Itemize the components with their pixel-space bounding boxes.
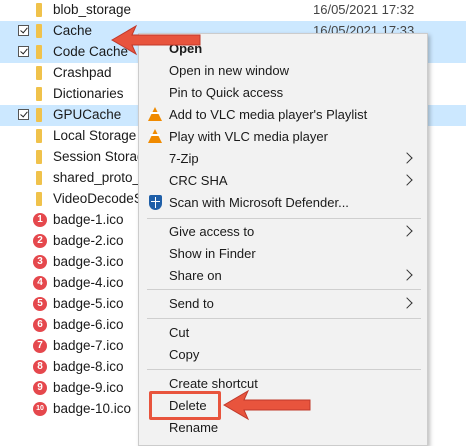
- file-name: badge-6.ico: [53, 317, 124, 332]
- menu-item-label: Copy: [169, 347, 200, 362]
- file-date: 16/05/2021 17:32: [313, 2, 415, 17]
- checkbox[interactable]: [18, 109, 29, 120]
- menu-item-vlc-play[interactable]: Play with VLC media player: [139, 126, 427, 148]
- badge-icon: 10: [33, 402, 47, 416]
- menu-item-pin-quick-access[interactable]: Pin to Quick access: [139, 82, 427, 104]
- menu-separator: [147, 218, 421, 219]
- menu-item-label: Send to: [169, 296, 214, 311]
- badge-icon: 8: [33, 360, 47, 374]
- badge-icon: 2: [33, 234, 47, 248]
- file-name: VideoDecodeSt: [53, 191, 138, 206]
- menu-item-label: Scan with Microsoft Defender...: [169, 195, 349, 210]
- file-name: badge-10.ico: [53, 401, 132, 416]
- chevron-right-icon: [401, 297, 413, 309]
- file-name: shared_proto_d: [53, 170, 138, 185]
- menu-item-scan-defender[interactable]: Scan with Microsoft Defender...: [139, 192, 427, 214]
- chevron-right-icon: [401, 269, 413, 281]
- menu-item-label: Add to VLC media player's Playlist: [169, 107, 368, 122]
- badge-icon: 4: [33, 276, 47, 290]
- badge-icon: 9: [33, 381, 47, 395]
- folder-icon: [36, 66, 42, 80]
- checkbox[interactable]: [18, 46, 29, 57]
- menu-item-open-new-window[interactable]: Open in new window: [139, 60, 427, 82]
- file-name: badge-4.ico: [53, 275, 124, 290]
- checkbox[interactable]: [18, 25, 29, 36]
- file-name: Dictionaries: [53, 86, 124, 101]
- menu-item-label: CRC SHA: [169, 173, 228, 188]
- file-name: badge-5.ico: [53, 296, 124, 311]
- file-name: Crashpad: [53, 65, 112, 80]
- menu-item-label: Play with VLC media player: [169, 129, 328, 144]
- file-name: GPUCache: [53, 107, 122, 122]
- folder-icon: [36, 3, 42, 17]
- menu-item-share-on[interactable]: Share on: [139, 265, 427, 287]
- menu-item-label: Pin to Quick access: [169, 85, 284, 100]
- menu-item-label: Show in Finder: [169, 246, 256, 261]
- menu-item-cut[interactable]: Cut: [139, 322, 427, 344]
- arrow-left-icon: [111, 24, 201, 56]
- badge-icon: 6: [33, 318, 47, 332]
- vlc-icon: [148, 107, 162, 121]
- menu-item-label: Open in new window: [169, 63, 289, 78]
- menu-item-crc-sha[interactable]: CRC SHA: [139, 170, 427, 192]
- chevron-right-icon: [401, 152, 413, 164]
- file-row[interactable]: blob_storage 16/05/2021 17:32: [0, 0, 466, 21]
- folder-icon: [36, 192, 42, 206]
- menu-item-send-to[interactable]: Send to: [139, 293, 427, 315]
- folder-icon: [36, 87, 42, 101]
- badge-icon: 5: [33, 297, 47, 311]
- menu-item-copy[interactable]: Copy: [139, 344, 427, 366]
- menu-item-label: Rename: [169, 420, 219, 435]
- file-name: Local Storage: [53, 128, 137, 143]
- arrow-left-icon: [223, 389, 311, 421]
- menu-item-give-access[interactable]: Give access to: [139, 221, 427, 243]
- folder-icon: [36, 150, 42, 164]
- menu-separator: [147, 369, 421, 370]
- menu-item-7zip[interactable]: 7-Zip: [139, 148, 427, 170]
- file-name: badge-2.ico: [53, 233, 124, 248]
- defender-shield-icon: [149, 195, 162, 210]
- menu-separator: [147, 289, 421, 290]
- file-name: blob_storage: [53, 2, 132, 17]
- folder-icon: [36, 108, 42, 122]
- menu-item-label: Give access to: [169, 224, 255, 239]
- menu-item-vlc-playlist[interactable]: Add to VLC media player's Playlist: [139, 104, 427, 126]
- badge-icon: 3: [33, 255, 47, 269]
- file-name: badge-1.ico: [53, 212, 124, 227]
- delete-highlight-box: [149, 391, 221, 420]
- menu-item-label: 7-Zip: [169, 151, 199, 166]
- chevron-right-icon: [401, 225, 413, 237]
- file-name: badge-9.ico: [53, 380, 124, 395]
- folder-icon: [36, 171, 42, 185]
- folder-icon: [36, 129, 42, 143]
- chevron-right-icon: [401, 174, 413, 186]
- folder-icon: [36, 45, 42, 59]
- menu-item-label: Cut: [169, 325, 190, 340]
- file-name: badge-7.ico: [53, 338, 124, 353]
- badge-icon: 1: [33, 213, 47, 227]
- menu-item-label: Share on: [169, 268, 222, 283]
- menu-separator: [147, 318, 421, 319]
- folder-icon: [36, 24, 42, 38]
- file-name: Session Storage: [53, 149, 138, 164]
- badge-icon: 7: [33, 339, 47, 353]
- vlc-icon: [148, 129, 162, 143]
- file-name: badge-8.ico: [53, 359, 124, 374]
- context-menu: Open Open in new window Pin to Quick acc…: [138, 33, 428, 446]
- file-name: badge-3.ico: [53, 254, 124, 269]
- menu-item-show-in-finder[interactable]: Show in Finder: [139, 243, 427, 265]
